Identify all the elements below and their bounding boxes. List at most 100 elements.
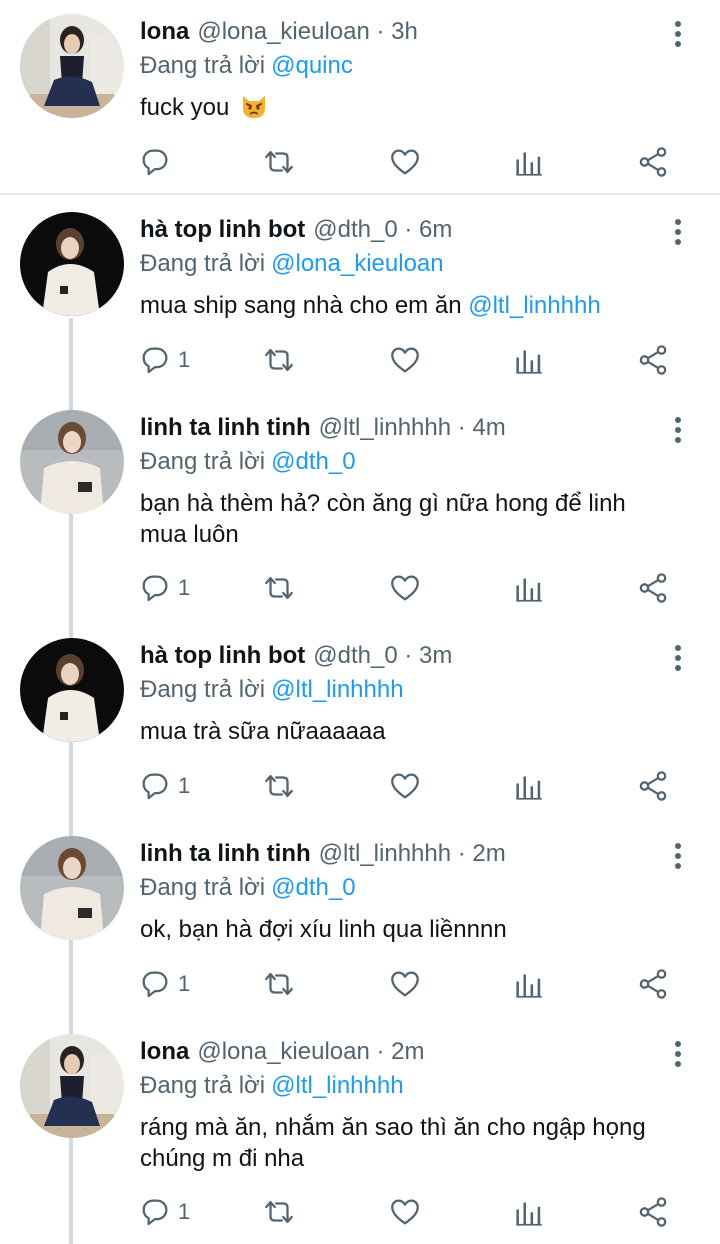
replying-to-mention[interactable]: @quinc	[271, 52, 353, 79]
more-options-icon[interactable]	[662, 410, 694, 450]
display-name[interactable]: lona	[140, 1038, 189, 1065]
tweet[interactable]: linh ta linh tinh @ltl_linhhhh · 4m Đang …	[0, 396, 720, 624]
display-name[interactable]: lona	[140, 18, 189, 45]
reply-icon	[142, 971, 168, 998]
tweet[interactable]: hà top linh bot @dth_0 · 3m Đang trả lời @…	[0, 624, 720, 822]
timestamp[interactable]: · 2m	[458, 840, 506, 867]
handle[interactable]: @dth_0	[313, 642, 397, 669]
display-name[interactable]: hà top linh bot	[140, 216, 305, 243]
avatar[interactable]	[20, 14, 124, 118]
avatar[interactable]	[20, 1034, 124, 1138]
reply-button[interactable]: 1	[138, 340, 190, 380]
more-options-icon[interactable]	[662, 836, 694, 876]
retweet-button[interactable]	[262, 1192, 296, 1232]
avatar[interactable]	[20, 638, 124, 742]
avatar[interactable]	[20, 212, 124, 316]
replying-to-mention[interactable]: @ltl_linhhhh	[271, 676, 403, 703]
analytics-icon	[516, 776, 542, 800]
reply-button[interactable]: 1	[138, 568, 190, 608]
reply-icon	[142, 1199, 168, 1226]
timestamp[interactable]: · 2m	[377, 1038, 425, 1065]
heart-icon	[391, 773, 419, 799]
like-button[interactable]	[388, 1192, 422, 1232]
share-icon	[639, 345, 667, 375]
tweet-text: mua ship sang nhà cho em ăn @ltl_linhhhh	[140, 290, 660, 321]
tweet-header: linh ta linh tinh @ltl_linhhhh · 2m	[140, 837, 660, 871]
tweet-text-content: mua ship sang nhà cho em ăn	[140, 292, 462, 319]
share-button[interactable]	[636, 1192, 670, 1232]
like-button[interactable]	[388, 142, 422, 182]
reply-button[interactable]: 1	[138, 766, 190, 806]
like-button[interactable]	[388, 568, 422, 608]
more-options-icon[interactable]	[662, 638, 694, 678]
tweet-text-content: fuck you	[140, 94, 230, 121]
reply-count: 1	[178, 575, 191, 600]
more-options-icon[interactable]	[662, 212, 694, 252]
avatar[interactable]	[20, 410, 124, 514]
handle[interactable]: @lona_kieuloan	[197, 18, 370, 45]
tweet-actions: 1	[138, 340, 688, 380]
share-button[interactable]	[636, 340, 670, 380]
tweet-actions: 1	[138, 964, 688, 1004]
display-name[interactable]: hà top linh bot	[140, 642, 305, 669]
analytics-button[interactable]	[512, 766, 546, 806]
handle[interactable]: @ltl_linhhhh	[319, 840, 451, 867]
replying-to-mention[interactable]: @ltl_linhhhh	[271, 1072, 403, 1099]
like-button[interactable]	[388, 340, 422, 380]
display-name[interactable]: linh ta linh tinh	[140, 840, 311, 867]
like-button[interactable]	[388, 766, 422, 806]
timestamp[interactable]: · 3m	[404, 642, 452, 669]
reply-button[interactable]	[138, 142, 178, 182]
share-button[interactable]	[636, 142, 670, 182]
replying-to-mention[interactable]: @lona_kieuloan	[271, 250, 444, 277]
like-button[interactable]	[388, 964, 422, 1004]
retweet-button[interactable]	[262, 568, 296, 608]
share-button[interactable]	[636, 568, 670, 608]
retweet-icon	[265, 576, 293, 600]
reply-button[interactable]: 1	[138, 1192, 190, 1232]
share-button[interactable]	[636, 766, 670, 806]
handle[interactable]: @ltl_linhhhh	[319, 414, 451, 441]
retweet-button[interactable]	[262, 340, 296, 380]
tweet-text: bạn hà thèm hả? còn ăng gì nữa hong để l…	[140, 488, 660, 550]
display-name[interactable]: linh ta linh tinh	[140, 414, 311, 441]
handle[interactable]: @dth_0	[313, 216, 397, 243]
retweet-icon	[265, 1200, 293, 1224]
tweet-actions	[138, 142, 688, 182]
tweet[interactable]: lona @lona_kieuloan · 2m Đang trả lời @ltl…	[0, 1020, 720, 1244]
divider	[0, 193, 720, 195]
tweet-text-content: ráng mà ăn, nhắm ăn sao thì ăn cho ngập …	[140, 1114, 646, 1172]
tweet[interactable]: lona @lona_kieuloan · 3h Đang trả lời @qui…	[0, 0, 720, 193]
avatar-image	[20, 836, 124, 940]
timestamp[interactable]: · 3h	[377, 18, 418, 45]
tweet[interactable]: linh ta linh tinh @ltl_linhhhh · 2m Đang …	[0, 822, 720, 1020]
analytics-button[interactable]	[512, 568, 546, 608]
more-options-icon[interactable]	[662, 14, 694, 54]
replying-to-mention[interactable]: @dth_0	[271, 874, 355, 901]
handle[interactable]: @lona_kieuloan	[197, 1038, 370, 1065]
timestamp[interactable]: · 6m	[404, 216, 452, 243]
replying-to-label: Đang trả lời	[140, 250, 266, 277]
mention-link[interactable]: @ltl_linhhhh	[468, 292, 600, 319]
retweet-icon	[265, 150, 293, 174]
avatar-image	[20, 14, 124, 118]
reply-button[interactable]: 1	[138, 964, 190, 1004]
replying-to: Đang trả lời @ltl_linhhhh	[140, 1069, 660, 1103]
avatar[interactable]	[20, 836, 124, 940]
replying-to: Đang trả lời @ltl_linhhhh	[140, 673, 660, 707]
analytics-button[interactable]	[512, 340, 546, 380]
timestamp[interactable]: · 4m	[458, 414, 506, 441]
tweet[interactable]: hà top linh bot @dth_0 · 6m Đang trả lời @…	[0, 198, 720, 396]
retweet-button[interactable]	[262, 964, 296, 1004]
retweet-button[interactable]	[262, 766, 296, 806]
analytics-button[interactable]	[512, 142, 546, 182]
tweet-actions: 1	[138, 568, 688, 608]
retweet-icon	[265, 348, 293, 372]
more-options-icon[interactable]	[662, 1034, 694, 1074]
analytics-button[interactable]	[512, 964, 546, 1004]
heart-icon	[391, 575, 419, 601]
share-button[interactable]	[636, 964, 670, 1004]
replying-to-mention[interactable]: @dth_0	[271, 448, 355, 475]
retweet-button[interactable]	[262, 142, 296, 182]
analytics-button[interactable]	[512, 1192, 546, 1232]
